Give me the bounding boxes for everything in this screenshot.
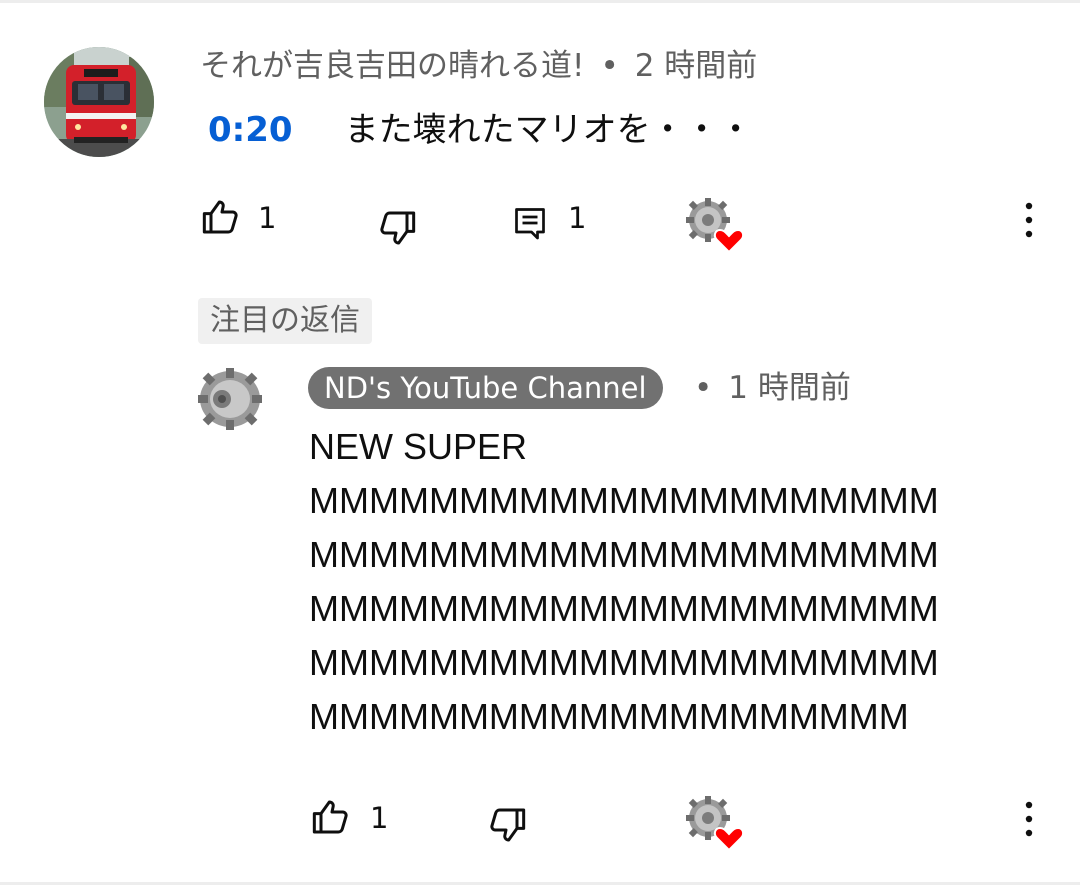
commenter-avatar[interactable] — [44, 47, 154, 157]
meta-separator: • — [694, 370, 713, 406]
thumb-down-icon — [490, 808, 526, 842]
creator-heart-badge[interactable] — [686, 198, 746, 254]
train-photo-avatar — [44, 47, 154, 157]
reply-count: 1 — [568, 201, 587, 235]
comment-meta: それが吉良吉田の晴れる道! • 2 時間前 — [200, 46, 757, 86]
timestamp-link[interactable]: 0:20 — [208, 110, 293, 150]
like-button[interactable] — [200, 197, 242, 237]
reply-dislike-button[interactable] — [486, 805, 528, 845]
reply-like-count: 1 — [370, 801, 389, 835]
reply-time[interactable]: 1 時間前 — [728, 370, 851, 406]
comment-more-button[interactable] — [1024, 201, 1034, 241]
comment-author[interactable]: それが吉良吉田の晴れる道! — [200, 48, 584, 84]
dislike-button[interactable] — [376, 208, 418, 248]
creator-heart-icon — [713, 826, 745, 852]
gear-avatar-icon — [198, 368, 262, 430]
thumb-up-icon — [312, 800, 348, 834]
reply-text: NEW SUPER MMMMMMMMMMMMMMMMMMMMM MMMMMMMM… — [309, 426, 939, 737]
reply-meta: • 1 時間前 — [694, 368, 851, 408]
reply-more-button[interactable] — [1024, 800, 1034, 840]
comment-icon — [515, 208, 545, 240]
reply-button[interactable] — [512, 204, 548, 242]
reply-creator-heart-badge[interactable] — [686, 796, 746, 852]
featured-reply-label: 注目の返信 — [198, 298, 372, 344]
more-vert-icon — [1025, 801, 1033, 837]
like-count: 1 — [258, 201, 277, 235]
thumb-down-icon — [380, 211, 416, 245]
more-vert-icon — [1025, 202, 1033, 238]
comment-text: また壊れたマリオを・・・ — [344, 110, 753, 150]
meta-separator: • — [600, 48, 619, 84]
thumb-up-icon — [202, 200, 238, 234]
reply-like-button[interactable] — [310, 797, 352, 837]
top-divider — [0, 0, 1080, 3]
comment-time[interactable]: 2 時間前 — [635, 48, 758, 84]
reply-avatar[interactable] — [196, 366, 268, 432]
channel-owner-badge[interactable]: ND's YouTube Channel — [308, 367, 663, 409]
comment-body: 0:20 また壊れたマリオを・・・ — [208, 108, 753, 152]
creator-heart-icon — [713, 228, 745, 254]
